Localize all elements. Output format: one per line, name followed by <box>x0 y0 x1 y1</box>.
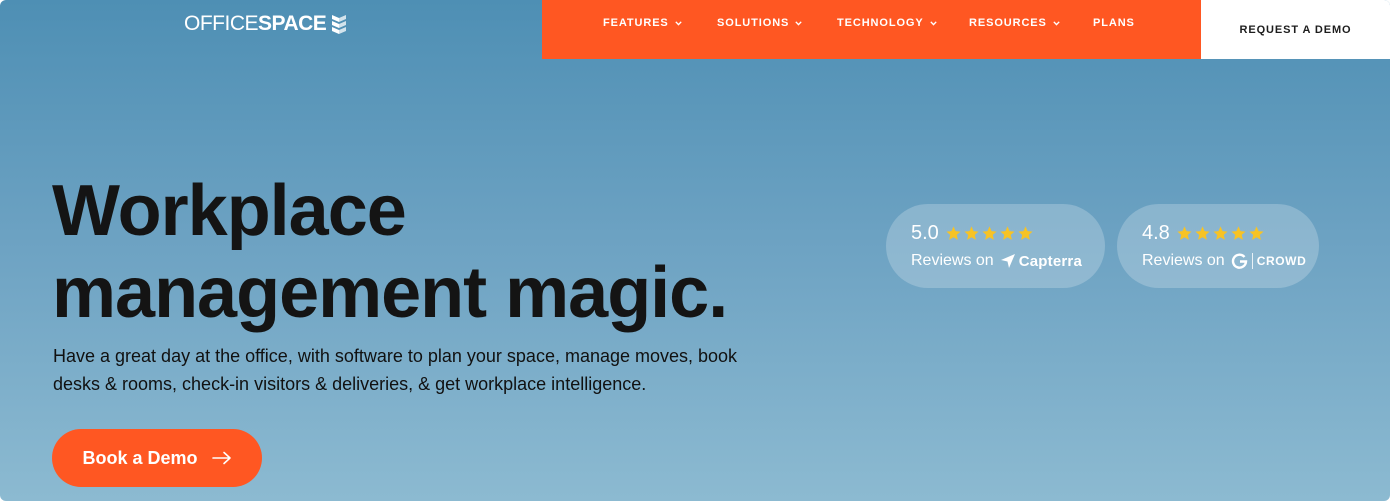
star-icon <box>1231 226 1246 240</box>
nav-item-solutions[interactable]: SOLUTIONS <box>717 17 802 29</box>
book-demo-button[interactable]: Book a Demo <box>52 429 262 487</box>
nav-item-technology[interactable]: TECHNOLOGY <box>837 17 937 29</box>
capterra-rating-badge[interactable]: 5.0 Reviews on Capterra <box>886 204 1105 288</box>
hero-subtitle-line1: Have a great day at the office, with sof… <box>53 346 738 366</box>
nav-item-plans[interactable]: PLANS <box>1093 17 1135 29</box>
rating-score: 4.8 <box>1142 222 1170 244</box>
arrow-right-icon <box>211 451 231 465</box>
logo-divider <box>1251 253 1253 269</box>
nav-item-label: SOLUTIONS <box>717 17 790 29</box>
chevron-down-icon <box>674 20 682 26</box>
reviews-on-label: Reviews on <box>1142 252 1225 269</box>
nav-item-resources[interactable]: RESOURCES <box>969 17 1060 29</box>
reviews-on-row: Reviews on CROWD <box>1142 252 1306 270</box>
rating-row: 5.0 <box>911 222 1035 245</box>
star-rating <box>1176 225 1266 242</box>
g2-crowd-logo: CROWD <box>1231 252 1307 270</box>
hero-headline-line1: Workplace <box>52 171 407 251</box>
star-icon <box>1213 226 1228 240</box>
g2-crowd-rating-badge[interactable]: 4.8 Reviews on CROWD <box>1117 204 1319 288</box>
book-demo-label: Book a Demo <box>82 447 198 468</box>
star-icon <box>1177 226 1192 240</box>
hero-headline: Workplace management magic. <box>52 170 812 334</box>
nav-item-label: RESOURCES <box>969 17 1047 29</box>
request-demo-label: REQUEST A DEMO <box>1239 23 1352 36</box>
officespace-logo-mark-icon <box>332 15 347 34</box>
chevron-down-icon <box>929 20 937 26</box>
hero-subtitle-line2: desks & rooms, check-in visitors & deliv… <box>53 374 647 394</box>
capterra-logo-icon <box>1000 254 1015 268</box>
star-icon <box>946 226 961 240</box>
officespace-logo[interactable]: OFFICE SPACE <box>184 12 348 36</box>
logo-text-light: OFFICE <box>184 12 259 35</box>
rating-score: 5.0 <box>911 222 939 244</box>
star-icon <box>1000 226 1015 240</box>
nav-item-label: FEATURES <box>603 17 669 29</box>
nav-item-label: PLANS <box>1093 17 1135 29</box>
star-icon <box>982 226 997 240</box>
nav-item-features[interactable]: FEATURES <box>603 17 682 29</box>
star-icon <box>1195 226 1210 240</box>
main-nav: FEATURES SOLUTIONS TECHNOLOGY RESOURCES … <box>542 0 1201 59</box>
star-icon <box>1018 226 1033 240</box>
reviews-on-label: Reviews on <box>911 252 994 269</box>
capterra-logo: Capterra <box>1000 253 1082 270</box>
page: OFFICE SPACE FEATURES SOLUTIONS TECHNOLO… <box>0 0 1390 501</box>
nav-item-label: TECHNOLOGY <box>837 17 924 29</box>
star-rating <box>945 225 1035 242</box>
star-icon <box>1249 226 1264 240</box>
capterra-brand-name: Capterra <box>1018 252 1082 270</box>
chevron-down-icon <box>1053 20 1060 26</box>
chevron-down-icon <box>795 20 802 26</box>
request-demo-button[interactable]: REQUEST A DEMO <box>1201 0 1390 59</box>
hero-subtitle: Have a great day at the office, with sof… <box>53 342 793 398</box>
g2-crowd-brand-name: CROWD <box>1256 254 1307 268</box>
hero-headline-line2: management magic. <box>52 253 728 333</box>
reviews-on-row: Reviews on Capterra <box>911 252 1082 270</box>
star-icon <box>964 226 979 240</box>
logo-text-bold: SPACE <box>258 12 327 35</box>
g2-logo-icon <box>1231 252 1247 269</box>
rating-row: 4.8 <box>1142 222 1266 245</box>
